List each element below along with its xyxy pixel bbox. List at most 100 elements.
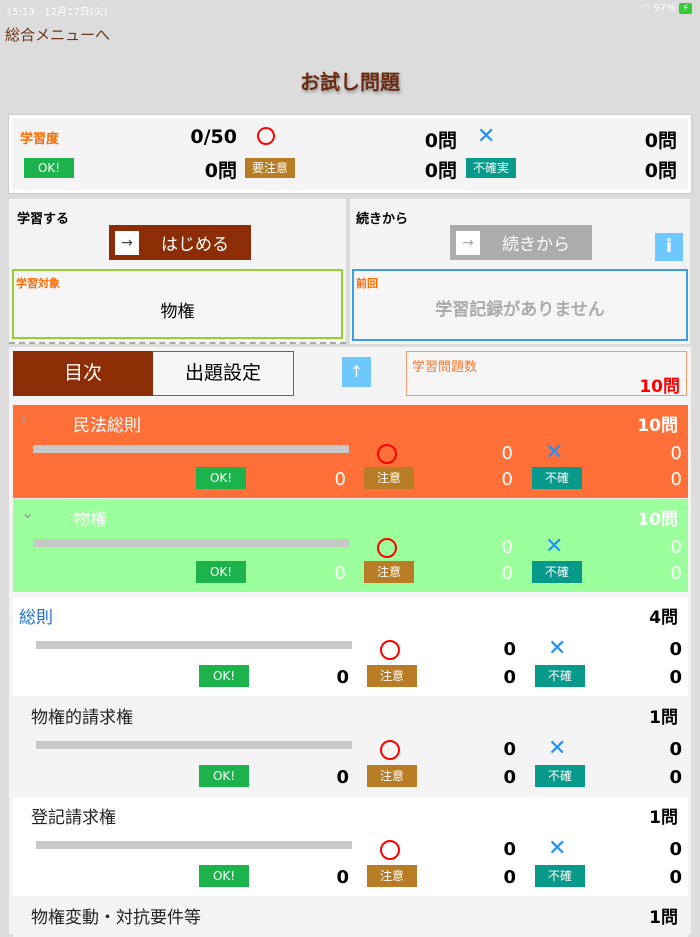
progress-bar	[33, 539, 349, 547]
arrow-right-icon: →	[456, 230, 480, 255]
scroll-top-button[interactable]: ↑	[342, 357, 371, 387]
row-title: 物権	[73, 510, 107, 530]
unsure-badge: 不確	[535, 765, 585, 787]
resume-button[interactable]: → 続きから	[450, 225, 592, 260]
row-title: 総則	[19, 608, 53, 628]
unsure-badge: 不確	[532, 467, 582, 489]
question-count-box: 学習問題数 10問	[406, 351, 687, 397]
ok-count: 0	[334, 469, 346, 490]
correct-count: 0	[503, 639, 516, 660]
toc-row[interactable]: 総則 4問 0 ✕ 0 OK! 0 注意 0 不確 0	[13, 597, 688, 696]
wrong-count: 0	[669, 839, 682, 860]
question-count-value: 10問	[639, 377, 680, 397]
caution-badge: 注意	[367, 665, 417, 687]
wrong-icon: ✕	[548, 736, 567, 761]
wrong-icon: ✕	[477, 124, 496, 149]
caution-count: 0	[503, 867, 516, 888]
progress-bar	[33, 445, 349, 453]
study-panel: 学習する → はじめる 学習対象 物権	[9, 199, 346, 344]
wrong-count: 0問	[644, 130, 677, 152]
wrong-count: 0	[669, 639, 682, 660]
wrong-count: 0	[670, 443, 682, 464]
resume-label: 続きから	[356, 212, 409, 227]
caution-badge: 要注意	[245, 158, 295, 178]
summary-panel: 学習度 0/50 0問 ✕ 0問 OK! 0問 要注意 0問 不確実 0問	[8, 114, 692, 194]
toc-row[interactable]: › 民法総則 10問 0 ✕ 0 OK! 0 注意 0 不確 0	[13, 405, 688, 498]
correct-icon	[377, 444, 397, 464]
toc-row[interactable]: 登記請求権 1問 0 ✕ 0 OK! 0 注意 0 不確 0	[13, 797, 688, 896]
row-count: 1問	[649, 808, 678, 828]
unsure-badge: 不確	[535, 665, 585, 687]
row-title: 民法総則	[73, 416, 141, 436]
unsure-badge: 不確	[535, 865, 585, 887]
wrong-icon: ✕	[548, 636, 567, 661]
toc-row[interactable]: ⌄ 物権 10問 0 ✕ 0 OK! 0 注意 0 不確 0	[13, 499, 688, 592]
question-count-label: 学習問題数	[412, 360, 478, 375]
correct-count: 0	[501, 443, 513, 464]
back-to-menu-link[interactable]: 総合メニューへ	[5, 24, 110, 45]
info-button[interactable]: i	[655, 233, 683, 261]
progress-bar	[36, 641, 352, 649]
previous-label: 前回	[356, 277, 378, 290]
progress-value: 0/50	[190, 126, 237, 148]
ok-count: 0	[334, 563, 346, 584]
row-count: 1問	[649, 708, 678, 728]
caution-count: 0	[503, 767, 516, 788]
toc-row[interactable]: 物権的請求権 1問 0 ✕ 0 OK! 0 注意 0 不確 0	[13, 697, 688, 796]
unsure-count: 0	[669, 867, 682, 888]
correct-count: 0	[503, 839, 516, 860]
correct-icon	[380, 740, 400, 760]
wrong-icon: ✕	[545, 534, 564, 559]
toc-row[interactable]: 物権変動・対抗要件等 1問	[13, 897, 688, 937]
correct-icon	[257, 127, 275, 145]
correct-icon	[377, 538, 397, 558]
summary-label: 学習度	[20, 132, 60, 147]
chevron-down-icon[interactable]: ⌄	[21, 503, 34, 522]
ok-badge: OK!	[199, 865, 249, 887]
unsure-count: 0	[669, 667, 682, 688]
caution-badge: 注意	[367, 765, 417, 787]
progress-bar	[36, 841, 352, 849]
unsure-badge: 不確実	[466, 158, 516, 178]
caution-badge: 注意	[364, 561, 414, 583]
correct-count: 0	[501, 537, 513, 558]
row-count: 1問	[649, 908, 678, 928]
row-count: 4問	[649, 608, 678, 628]
ok-badge: OK!	[196, 561, 246, 583]
caution-count: 0問	[424, 160, 457, 182]
ok-count: 0	[336, 867, 349, 888]
arrow-right-icon: →	[115, 230, 139, 255]
row-title: 登記請求権	[31, 808, 116, 828]
start-button[interactable]: → はじめる	[109, 225, 251, 260]
page-title: お試し問題	[300, 70, 400, 94]
ok-badge: OK!	[199, 765, 249, 787]
unsure-badge: 不確	[532, 561, 582, 583]
unsure-count: 0問	[644, 160, 677, 182]
ok-badge: OK!	[199, 665, 249, 687]
wrong-icon: ✕	[548, 836, 567, 861]
target-value: 物権	[160, 302, 195, 322]
correct-count: 0問	[424, 130, 457, 152]
caution-count: 0	[503, 667, 516, 688]
chevron-right-icon[interactable]: ›	[21, 409, 27, 428]
unsure-count: 0	[670, 563, 682, 584]
row-count: 10問	[637, 416, 678, 436]
caution-badge: 注意	[367, 865, 417, 887]
previous-box: 前回 学習記録がありません	[352, 269, 688, 341]
previous-value: 学習記録がありません	[435, 300, 605, 320]
wrong-count: 0	[670, 537, 682, 558]
status-battery: ◠ 97% ⚡	[642, 3, 692, 14]
study-target-box[interactable]: 学習対象 物権	[12, 269, 343, 339]
wrong-count: 0	[669, 739, 682, 760]
unsure-count: 0	[669, 767, 682, 788]
ok-badge: OK!	[196, 467, 246, 489]
study-label: 学習する	[17, 212, 70, 227]
ok-count: 0問	[204, 160, 237, 182]
caution-count: 0	[501, 469, 513, 490]
tab-settings[interactable]: 出題設定	[153, 351, 294, 396]
resume-panel: 続きから → 続きから i 前回 学習記録がありません	[350, 199, 690, 344]
tab-toc[interactable]: 目次	[13, 351, 153, 396]
correct-icon	[380, 640, 400, 660]
target-label: 学習対象	[16, 277, 60, 290]
correct-icon	[380, 840, 400, 860]
